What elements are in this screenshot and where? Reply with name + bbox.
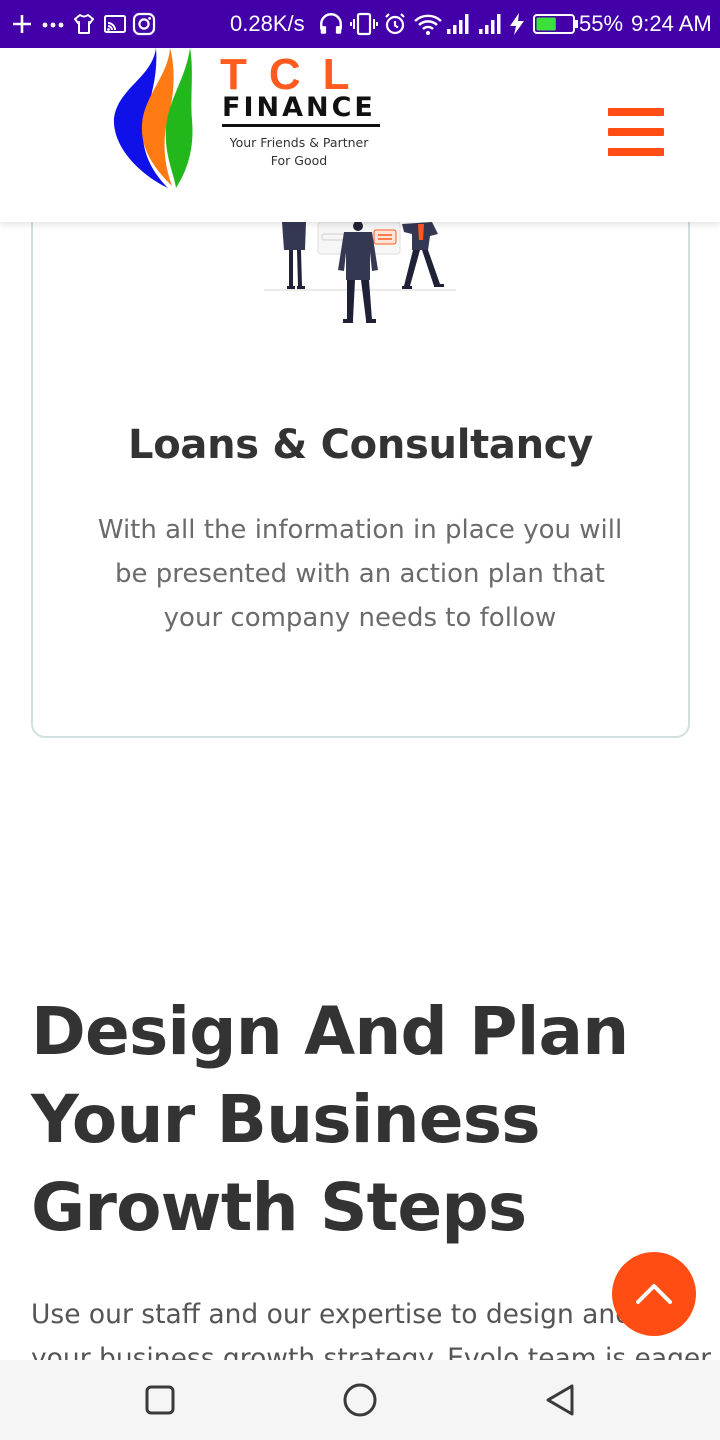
battery-icon [533,0,579,48]
home-circle-icon[interactable] [320,1360,400,1440]
menu-bar [608,148,664,156]
headphones-icon [318,0,344,48]
back-triangle-icon[interactable] [520,1360,600,1440]
section-heading: Design And Plan Your Business Growth Ste… [31,988,671,1252]
more-dots-icon [41,0,65,48]
brand-subname: FINANCE [222,92,376,123]
clock: 9:24 AM [631,0,712,48]
brand-tagline-line: Your Friends & Partner [229,135,369,150]
signal-icon [446,0,472,48]
chevron-up-icon [636,1284,672,1304]
card-description: With all the information in place you wi… [90,508,630,640]
shirt-icon [72,0,96,48]
business-team-illustration [262,221,462,332]
battery-percent-text: 55% [579,11,624,36]
vibrate-icon [350,0,378,48]
card-description-line: be presented with an action plan that [115,559,605,589]
brand-underline [222,124,380,127]
hamburger-menu-icon[interactable] [604,104,668,160]
alarm-icon [383,0,407,48]
wifi-icon [413,0,443,48]
battery-fill [536,17,556,31]
clock-text: 9:24 AM [631,11,712,36]
section-text-line: Use our staff and our expertise to desig… [31,1299,658,1330]
card-description-line: your company needs to follow [163,603,557,633]
recents-square-icon[interactable] [120,1360,200,1440]
signal-icon-2 [478,0,504,48]
brand-tagline: Your Friends & Partner For Good [214,134,384,170]
system-nav-bar [0,1360,720,1440]
section-heading-line: Design And Plan [31,993,629,1070]
brand-logo[interactable]: TCL FINANCE Your Friends & Partner For G… [112,48,392,218]
menu-bar [608,128,664,136]
scroll-to-top-button[interactable] [612,1252,696,1336]
net-speed: 0.28K/s [230,0,305,48]
net-speed-text: 0.28K/s [230,11,305,36]
charging-icon [508,0,526,48]
card-description-line: With all the information in place you wi… [97,515,623,545]
section-heading-line: Your Business [31,1081,541,1158]
battery-percent: 55% [579,0,623,48]
site-header: TCL FINANCE Your Friends & Partner For G… [0,48,720,222]
brand-tagline-line: For Good [270,153,328,168]
menu-bar [608,108,664,116]
flame-logo-icon [113,48,193,188]
plus-icon [10,0,34,48]
instagram-icon [132,0,156,48]
card-title: Loans & Consultancy [128,422,593,468]
section-heading-line: Growth Steps [31,1169,527,1246]
cast-icon [103,0,127,48]
status-bar: 0.28K/s 55% 9:24 AM [0,0,720,48]
